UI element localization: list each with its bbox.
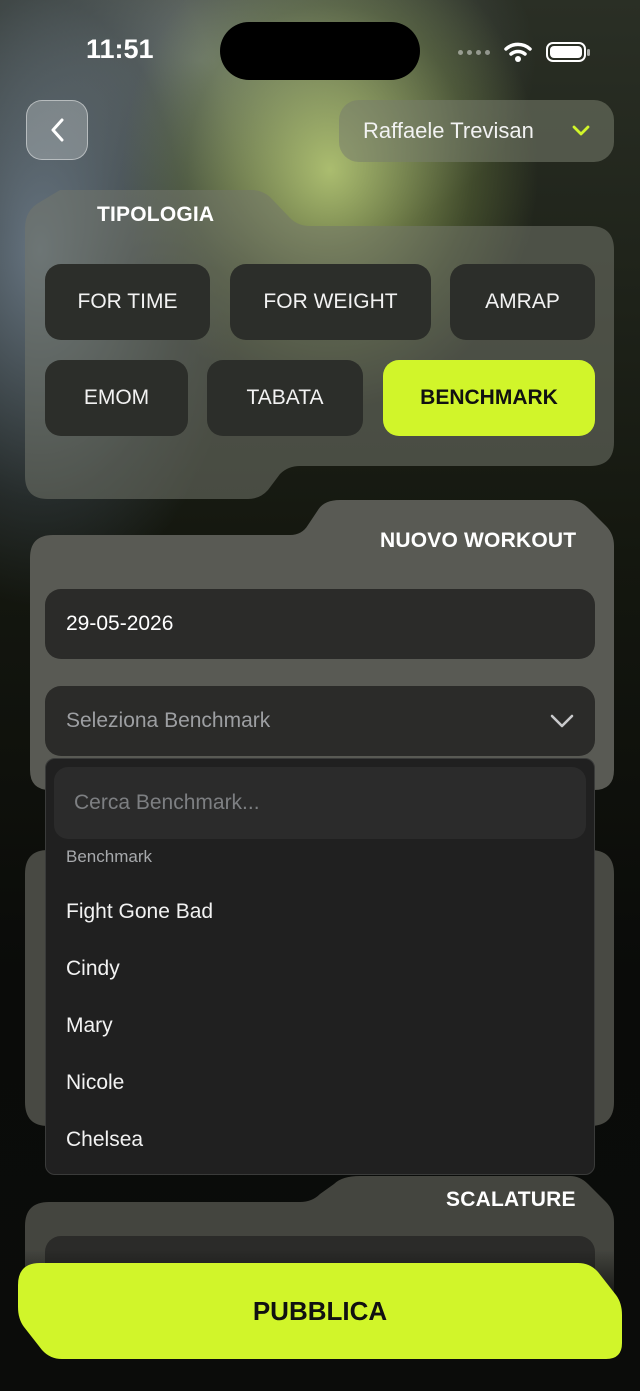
date-field[interactable]: 29-05-2026	[45, 589, 595, 659]
benchmark-option-fight-gone-bad[interactable]: Fight Gone Bad	[66, 900, 213, 924]
benchmark-option-chelsea[interactable]: Chelsea	[66, 1128, 143, 1152]
publish-label: PUBBLICA	[252, 1295, 388, 1326]
nuovo-workout-title: NUOVO WORKOUT	[380, 529, 577, 552]
benchmark-option-mary[interactable]: Mary	[66, 1014, 113, 1038]
scalature-title: SCALATURE	[446, 1188, 576, 1211]
benchmark-option-nicole[interactable]: Nicole	[66, 1071, 124, 1095]
tipologia-title: TIPOLOGIA	[97, 203, 215, 226]
type-tabata[interactable]: TABATA	[207, 360, 363, 436]
benchmark-option-cindy[interactable]: Cindy	[66, 957, 120, 981]
benchmark-dropdown: Cerca Benchmark... Benchmark Fight Gone …	[45, 758, 595, 1175]
type-for-weight[interactable]: FOR WEIGHT	[230, 264, 431, 340]
search-placeholder: Cerca Benchmark...	[74, 791, 260, 814]
benchmark-search-input[interactable]: Cerca Benchmark...	[54, 767, 586, 839]
chevron-down-icon	[550, 714, 574, 728]
type-emom[interactable]: EMOM	[45, 360, 188, 436]
type-for-time[interactable]: FOR TIME	[45, 264, 210, 340]
dropdown-group-label: Benchmark	[66, 847, 152, 866]
type-benchmark[interactable]: BENCHMARK	[383, 360, 595, 436]
benchmark-select[interactable]: Seleziona Benchmark	[45, 686, 595, 756]
date-value: 29-05-2026	[66, 612, 174, 635]
tipologia-panel	[25, 190, 614, 499]
publish-button[interactable]: PUBBLICA	[18, 1263, 622, 1359]
type-amrap[interactable]: AMRAP	[450, 264, 595, 340]
benchmark-placeholder: Seleziona Benchmark	[66, 709, 271, 732]
